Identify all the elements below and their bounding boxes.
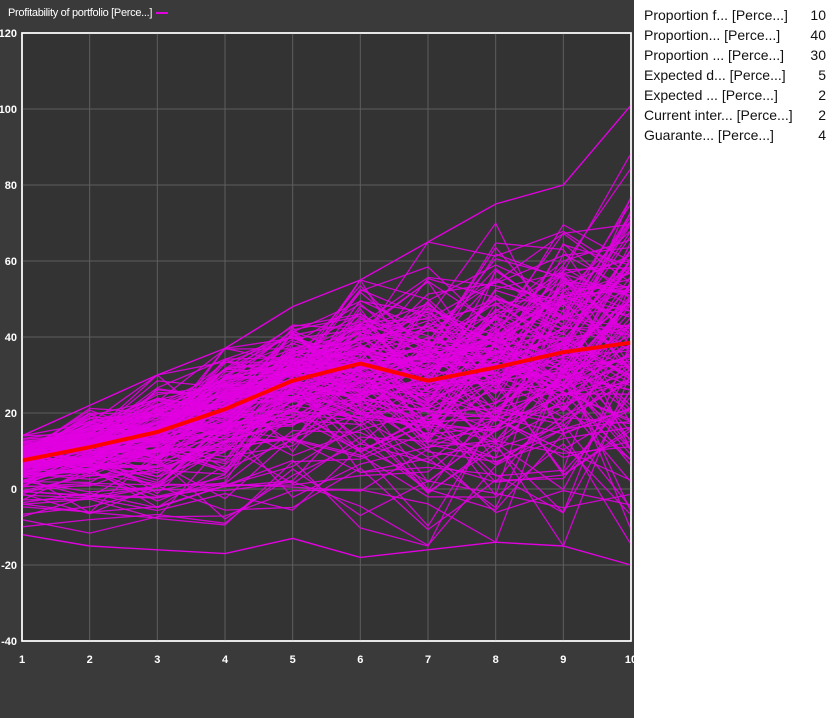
x-tick-label: 6: [357, 654, 363, 666]
parameter-value[interactable]: 30: [810, 47, 826, 63]
y-tick-label: -20: [1, 560, 17, 572]
parameter-value[interactable]: 5: [818, 67, 826, 83]
y-tick-label: 80: [5, 180, 17, 192]
parameter-row[interactable]: Expected d... [Perce...] 5: [644, 67, 826, 87]
parameter-row[interactable]: Guarante... [Perce...] 4: [644, 127, 826, 147]
y-tick-label: 100: [0, 104, 17, 116]
legend-label: Profitability of portfolio [Perce...]: [8, 7, 153, 19]
y-tick-label: 0: [11, 484, 17, 496]
x-tick-label: 9: [560, 654, 566, 666]
x-tick-label: 5: [290, 654, 296, 666]
parameter-label: Expected ... [Perce...]: [644, 87, 778, 103]
x-tick-label: 8: [493, 654, 499, 666]
parameter-row[interactable]: Current inter... [Perce...] 2: [644, 107, 826, 127]
chart-panel: -40 -20 0 20 40 60 80 100 120 1 2 3 4 5 6 7 8 9 10 Profita…: [0, 0, 634, 718]
parameter-value[interactable]: 4: [818, 127, 826, 143]
parameter-row[interactable]: Proportion f... [Perce...] 10: [644, 7, 826, 27]
parameter-label: Proportion f... [Perce...]: [644, 7, 788, 23]
y-tick-label: 20: [5, 408, 17, 420]
y-tick-label: -40: [1, 636, 17, 648]
y-tick-label: 120: [0, 28, 17, 40]
y-tick-label: 40: [5, 332, 17, 344]
x-tick-label: 1: [19, 654, 25, 666]
parameter-value[interactable]: 40: [810, 27, 826, 43]
y-tick-label: 60: [5, 256, 17, 268]
legend[interactable]: Profitability of portfolio [Perce...]: [8, 7, 169, 19]
x-tick-label: 10: [625, 654, 634, 666]
parameter-row[interactable]: Proportion ... [Perce...] 30: [644, 47, 826, 67]
simulation-chart: -40 -20 0 20 40 60 80 100 120 1 2 3 4 5 6 7 8 9 10: [0, 28, 634, 666]
x-tick-label: 3: [154, 654, 160, 666]
parameters-panel: Proportion f... [Perce...] 10 Proportion..…: [634, 0, 834, 718]
x-tick-label: 4: [222, 654, 229, 666]
parameter-label: Expected d... [Perce...]: [644, 67, 786, 83]
parameter-row[interactable]: Proportion... [Perce...] 40: [644, 27, 826, 47]
parameter-label: Current inter... [Perce...]: [644, 107, 793, 123]
parameter-row[interactable]: Expected ... [Perce...] 2: [644, 87, 826, 107]
legend-swatch: [156, 12, 169, 14]
parameter-label: Guarante... [Perce...]: [644, 127, 774, 143]
x-tick-label: 7: [425, 654, 431, 666]
parameter-value[interactable]: 10: [810, 7, 826, 23]
parameter-value[interactable]: 2: [818, 87, 826, 103]
parameter-label: Proportion... [Perce...]: [644, 27, 781, 43]
parameter-label: Proportion ... [Perce...]: [644, 47, 785, 63]
x-tick-label: 2: [87, 654, 93, 666]
parameter-value[interactable]: 2: [818, 107, 826, 123]
